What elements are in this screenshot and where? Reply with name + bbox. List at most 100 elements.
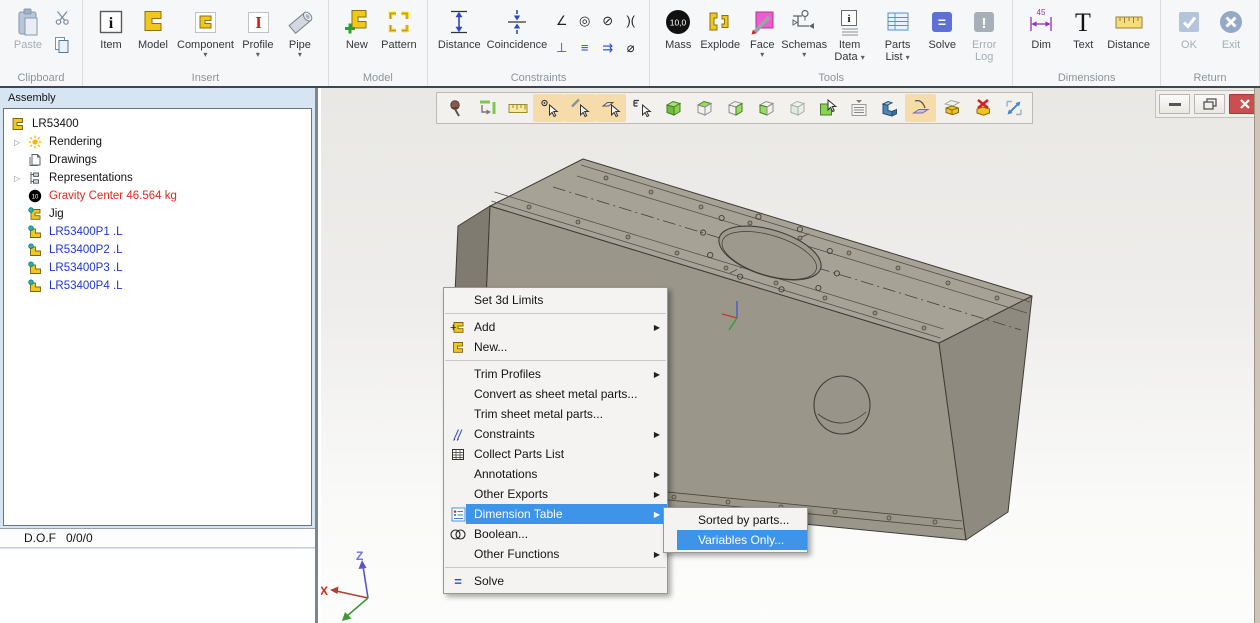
- profile-button[interactable]: I Profile ▾: [237, 5, 279, 58]
- dropdown-arrow-icon: ▾: [203, 51, 207, 58]
- dim-button[interactable]: 45 Dim: [1020, 5, 1062, 51]
- tree-item-part3[interactable]: LR53400P3 .L: [4, 259, 311, 277]
- z-axis-label: Z: [356, 549, 363, 563]
- new-button[interactable]: New: [336, 5, 378, 51]
- submenu-item-variables-only[interactable]: Variables Only...: [664, 530, 807, 550]
- display-face-right-button[interactable]: [719, 94, 750, 122]
- ribbon: Paste Clipboard i Item Model: [0, 0, 1260, 88]
- group-label-insert: Insert: [83, 72, 328, 84]
- tangent-constraint-button[interactable]: ⊘: [602, 14, 613, 28]
- list-options-button[interactable]: [843, 94, 874, 122]
- model-button[interactable]: Model: [132, 5, 174, 51]
- ribbon-group-constraints: Distance Coincidence ∠ ◎ ⊘ )( ⊥ ≡ ⇉ ⌀ Co…: [428, 0, 650, 86]
- menu-item-other-exports[interactable]: Other Exports ▶: [444, 484, 667, 504]
- menu-item-other-functions[interactable]: Other Functions ▶: [444, 544, 667, 564]
- menu-item-collect-parts-list[interactable]: Collect Parts List: [444, 444, 667, 464]
- tree-item-drawings[interactable]: Drawings: [4, 151, 311, 169]
- minimize-button[interactable]: [1159, 94, 1190, 114]
- menu-item-constraints[interactable]: Constraints ▶: [444, 424, 667, 444]
- menu-item-annotations[interactable]: Annotations ▶: [444, 464, 667, 484]
- tree-item-part1[interactable]: LR53400P1 .L: [4, 223, 311, 241]
- pattern-button[interactable]: Pattern: [378, 5, 420, 51]
- solve-button[interactable]: = Solve: [921, 5, 963, 51]
- fit-view-button[interactable]: [998, 94, 1029, 122]
- cut-button[interactable]: [51, 7, 73, 27]
- tree-item-part2[interactable]: LR53400P2 .L: [4, 241, 311, 259]
- tree-item-part4[interactable]: LR53400P4 .L: [4, 277, 311, 295]
- tree-item-root[interactable]: LR53400: [4, 115, 311, 133]
- equal-constraint-button[interactable]: ≡: [581, 41, 589, 55]
- pipe-button[interactable]: Pipe ▾: [279, 5, 321, 58]
- angle-constraint-button[interactable]: ∠: [556, 14, 568, 28]
- perpendicular-constraint-button[interactable]: ⊥: [556, 41, 567, 55]
- menu-item-add[interactable]: + Add ▶: [444, 317, 667, 337]
- explode-button[interactable]: Explode: [699, 5, 741, 51]
- paste-button[interactable]: Paste: [7, 5, 49, 51]
- pin-button[interactable]: [440, 94, 471, 122]
- display-solid-button[interactable]: [657, 94, 688, 122]
- display-ghost-button[interactable]: [781, 94, 812, 122]
- copy-button[interactable]: [51, 35, 73, 55]
- select-edge-filter-button[interactable]: [564, 94, 595, 122]
- face-button[interactable]: Face ▾: [741, 5, 783, 58]
- profile-display-button[interactable]: [874, 94, 905, 122]
- coincidence-button[interactable]: Coincidence: [484, 5, 551, 51]
- select-face-filter-button[interactable]: [595, 94, 626, 122]
- restore-button[interactable]: [1194, 94, 1225, 114]
- menu-item-dimension-table[interactable]: Dimension Table ▶: [444, 504, 667, 524]
- text-icon: T: [1069, 5, 1097, 39]
- tree-item-jig[interactable]: Jig: [4, 205, 311, 223]
- distance-dim-button[interactable]: Distance: [1104, 5, 1153, 51]
- parallel-constraint-button[interactable]: ⇉: [602, 41, 613, 55]
- measure-update-button[interactable]: [471, 94, 502, 122]
- tree-item-gravity-center[interactable]: 10 Gravity Center 46.564 kg: [4, 187, 311, 205]
- parts-list-button[interactable]: Parts List ▾: [874, 5, 921, 63]
- menu-item-convert-sheet-metal[interactable]: Convert as sheet metal parts...: [444, 384, 667, 404]
- ruler-button[interactable]: [502, 94, 533, 122]
- expand-arrow-icon[interactable]: ▷: [14, 174, 27, 183]
- blue-profile-icon: [879, 97, 901, 119]
- exit-button[interactable]: Exit: [1210, 5, 1252, 51]
- submenu-item-sorted-by-parts[interactable]: Sorted by parts...: [664, 510, 807, 530]
- distance-constraint-button[interactable]: Distance: [435, 5, 484, 51]
- expand-arrow-icon[interactable]: ▷: [14, 138, 27, 147]
- clipboard-icon: [14, 5, 42, 39]
- menu-item-new[interactable]: New...: [444, 337, 667, 357]
- menu-item-set-3d-limits[interactable]: Set 3d Limits: [444, 290, 667, 310]
- boolean-icon: [449, 526, 467, 542]
- select-point-filter-button[interactable]: [533, 94, 564, 122]
- jig-delete-button[interactable]: [967, 94, 998, 122]
- tree-item-rendering[interactable]: ▷ Rendering: [4, 133, 311, 151]
- tree-item-representations[interactable]: ▷ Representations: [4, 169, 311, 187]
- component-button[interactable]: Component ▾: [174, 5, 237, 58]
- item-data-button[interactable]: i Item Data ▾: [825, 5, 874, 63]
- select-element-filter-button[interactable]: [626, 94, 657, 122]
- schemas-button[interactable]: Schemas ▾: [783, 5, 825, 58]
- pick-face-button[interactable]: [812, 94, 843, 122]
- sketch-mode-button[interactable]: [905, 94, 936, 122]
- jig-display-button[interactable]: [936, 94, 967, 122]
- ribbon-group-model: New Pattern Model: [329, 0, 428, 86]
- cube-left-face-icon: [755, 97, 777, 119]
- group-label-model: Model: [329, 72, 427, 84]
- fit-arrows-icon: [1003, 97, 1025, 119]
- menu-item-solve[interactable]: = Solve: [444, 571, 667, 591]
- ok-button[interactable]: OK: [1168, 5, 1210, 51]
- display-face-top-button[interactable]: [688, 94, 719, 122]
- model-icon: [139, 5, 167, 39]
- error-log-button[interactable]: ! Error Log: [963, 5, 1005, 63]
- item-button[interactable]: i Item: [90, 5, 132, 51]
- constraints-icon: [449, 426, 467, 442]
- solid-cube-icon: [662, 97, 684, 119]
- menu-item-trim-sheet-metal[interactable]: Trim sheet metal parts...: [444, 404, 667, 424]
- menu-item-trim-profiles[interactable]: Trim Profiles ▶: [444, 364, 667, 384]
- display-face-left-button[interactable]: [750, 94, 781, 122]
- concentric-constraint-button[interactable]: ◎: [579, 14, 590, 28]
- error-log-icon: !: [970, 5, 998, 39]
- menu-item-boolean[interactable]: Boolean...: [444, 524, 667, 544]
- profile-icon: I: [244, 5, 272, 39]
- mass-button[interactable]: 10,0 Mass: [657, 5, 699, 51]
- symmetry-constraint-button[interactable]: )(: [626, 14, 635, 28]
- release-constraint-button[interactable]: ⌀: [627, 41, 635, 55]
- text-button[interactable]: T Text: [1062, 5, 1104, 51]
